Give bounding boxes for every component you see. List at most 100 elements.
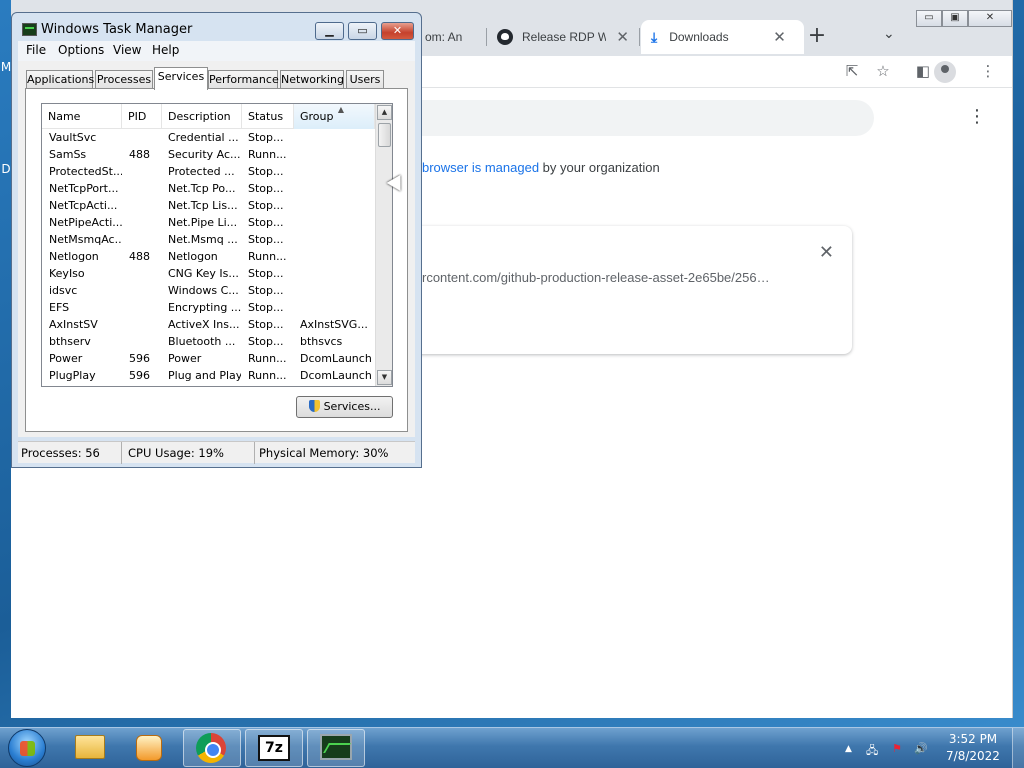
cell-name: NetTcpActi... — [49, 199, 118, 212]
cell-group — [293, 146, 375, 163]
tab-applications[interactable]: Applications — [26, 70, 94, 89]
cell-description: Net.Tcp Lis... — [168, 199, 238, 212]
menu-view[interactable]: View — [113, 43, 141, 57]
download-url[interactable]: rcontent.com/github-production-release-a… — [422, 270, 770, 285]
share-icon[interactable]: ⇱ — [842, 62, 862, 80]
tab-performance[interactable]: Performance — [208, 70, 279, 89]
chrome-maximize-button[interactable]: ▣ — [942, 10, 968, 27]
chrome-tab-1[interactable]: om: An — [415, 20, 487, 54]
services-button[interactable]: Services... — [296, 396, 393, 418]
tab-processes[interactable]: Processes — [95, 70, 153, 89]
action-center-flag-icon[interactable]: ⚑ — [892, 742, 902, 755]
cell-group — [293, 299, 375, 316]
cell-name: AxInstSV — [49, 318, 98, 331]
show-desktop-button[interactable] — [1012, 728, 1024, 768]
cell-name: idsvc — [49, 284, 78, 297]
cell-name: Netlogon — [49, 250, 99, 263]
cell-pid — [122, 214, 162, 231]
menu-icon[interactable]: ⋮ — [978, 62, 998, 80]
downloads-search-bar[interactable] — [400, 100, 874, 136]
chrome-minimize-button[interactable]: ▭ — [916, 10, 942, 27]
column-header-group[interactable]: Group ▲ — [294, 104, 375, 129]
vertical-scrollbar[interactable]: ▲ ▼ — [375, 104, 392, 386]
minimize-button[interactable]: ▁ — [315, 22, 344, 40]
column-header-group-label: Group — [300, 110, 334, 123]
service-row[interactable]: idsvc Windows C... Stop... — [42, 282, 375, 299]
cell-pid — [122, 333, 162, 350]
services-button-label: Services... — [323, 400, 381, 413]
chrome-close-button[interactable]: ✕ — [968, 10, 1012, 27]
service-row[interactable]: PlugPlay 596 Plug and Play Runn... DcomLaunc… — [42, 367, 375, 384]
cell-description: ActiveX Ins... — [168, 318, 240, 331]
cell-status: Stop... — [248, 301, 284, 314]
show-hidden-icons-button[interactable]: ▲ — [845, 744, 852, 754]
cell-description: Security Ac... — [168, 148, 241, 161]
new-tab-button[interactable]: + — [806, 23, 828, 48]
cell-name: bthserv — [49, 335, 91, 348]
chrome-tab-github[interactable]: Release RDP Wra ✕ — [487, 20, 639, 54]
chrome-tab-downloads[interactable]: ⤓ Downloads ✕ — [641, 20, 804, 54]
service-row[interactable]: NetTcpPort... Net.Tcp Po... Stop... — [42, 180, 375, 197]
cell-group: AxInstSVG... — [300, 318, 368, 331]
task-manager-window: Windows Task Manager ▁ ▭ ✕ File Options … — [11, 12, 422, 468]
menu-options[interactable]: Options — [58, 43, 104, 57]
side-panel-icon[interactable]: ◧ — [913, 62, 933, 80]
menu-help[interactable]: Help — [152, 43, 179, 57]
service-row[interactable]: Netlogon 488 Netlogon Runn... — [42, 248, 375, 265]
tab-close-icon[interactable]: ✕ — [616, 28, 629, 46]
scrollbar-thumb[interactable] — [378, 123, 391, 147]
menu-file[interactable]: File — [26, 43, 46, 57]
scroll-up-button[interactable]: ▲ — [377, 105, 392, 120]
taskbar-clock[interactable]: 3:52 PM 7/8/2022 — [940, 731, 1006, 765]
service-row[interactable]: NetTcpActi... Net.Tcp Lis... Stop... — [42, 197, 375, 214]
media-player-icon — [136, 735, 162, 761]
cell-group — [293, 214, 375, 231]
service-row[interactable]: bthserv Bluetooth ... Stop... bthsvcs — [42, 333, 375, 350]
scroll-down-button[interactable]: ▼ — [377, 370, 392, 385]
volume-icon[interactable]: 🔊 — [914, 742, 928, 755]
cell-pid — [122, 231, 162, 248]
network-icon[interactable]: 🖧 — [866, 742, 878, 761]
start-button[interactable] — [8, 729, 46, 767]
profile-icon[interactable] — [934, 61, 956, 83]
close-button[interactable]: ✕ — [381, 22, 414, 40]
cell-status: Runn... — [248, 250, 287, 263]
column-header-status[interactable]: Status — [242, 104, 294, 129]
tab-search-icon[interactable]: ⌄ — [883, 26, 895, 42]
column-header-pid[interactable]: PID — [122, 104, 162, 129]
service-row[interactable]: NetMsmqAc... Net.Msmq ... Stop... — [42, 231, 375, 248]
service-row[interactable]: VaultSvc Credential ... Stop... — [42, 129, 375, 146]
column-header-name[interactable]: Name — [42, 104, 122, 129]
service-row[interactable]: Power 596 Power Runn... DcomLaunch — [42, 350, 375, 367]
folder-icon — [75, 735, 105, 759]
service-row[interactable]: SamSs 488 Security Ac... Runn... — [42, 146, 375, 163]
service-row[interactable]: EFS Encrypting ... Stop... — [42, 299, 375, 316]
download-icon: ⤓ — [651, 28, 658, 45]
cell-status: Stop... — [248, 267, 284, 280]
cell-pid — [122, 282, 162, 299]
cell-status: Stop... — [248, 318, 284, 331]
column-header-description[interactable]: Description — [162, 104, 242, 129]
tab-title: Release RDP Wra — [522, 30, 607, 44]
managed-notice: browser is managed by your organization — [422, 160, 660, 175]
star-icon[interactable]: ☆ — [873, 62, 893, 80]
service-row[interactable]: NetPipeActi... Net.Pipe Li... Stop... — [42, 214, 375, 231]
remove-download-icon[interactable]: ✕ — [819, 242, 834, 263]
managed-link[interactable]: browser is managed — [422, 160, 539, 175]
cell-description: Net.Pipe Li... — [168, 216, 238, 229]
cell-name: NetMsmqAc... — [49, 233, 122, 246]
service-row[interactable]: ProtectedSt... Protected ... Stop... — [42, 163, 375, 180]
maximize-button[interactable]: ▭ — [348, 22, 377, 40]
more-actions-icon[interactable]: ⋮ — [968, 106, 986, 127]
tab-services[interactable]: Services — [154, 67, 208, 90]
tab-close-icon[interactable]: ✕ — [773, 28, 786, 46]
tab-networking[interactable]: Networking — [280, 70, 344, 89]
service-row[interactable]: AxInstSV ActiveX Ins... Stop... AxInstSVG..… — [42, 316, 375, 333]
service-row[interactable]: KeyIso CNG Key Is... Stop... — [42, 265, 375, 282]
cell-name: NetPipeActi... — [49, 216, 122, 229]
tab-users[interactable]: Users — [346, 70, 384, 89]
cell-name: SamSs — [49, 148, 87, 161]
cell-group — [293, 129, 375, 146]
services-list[interactable]: Name PID Description Status Group ▲ Vaul… — [41, 103, 393, 387]
cell-pid: 488 — [129, 250, 150, 263]
